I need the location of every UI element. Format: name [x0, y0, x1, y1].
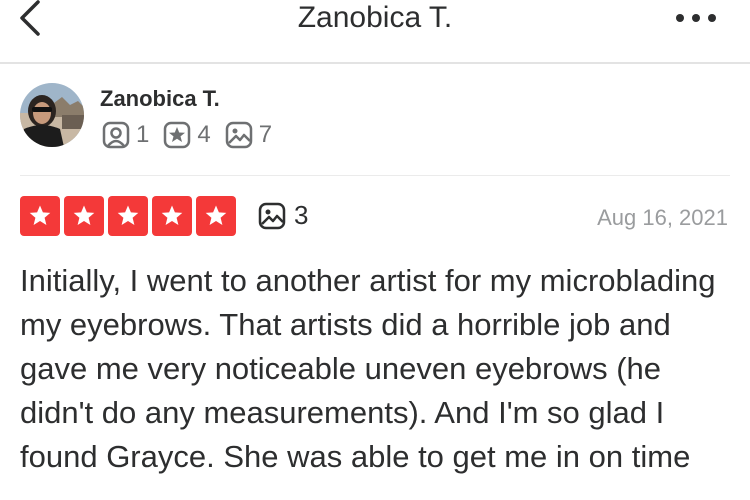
photo-icon	[258, 202, 286, 229]
star-icon	[152, 196, 192, 236]
photos-stat: 7	[225, 121, 272, 149]
star-icon	[196, 196, 236, 236]
page-title: Zanobica T.	[297, 1, 453, 34]
star-review-icon	[164, 121, 191, 149]
photo-icon	[225, 121, 252, 149]
star-icon	[64, 196, 104, 236]
user-name[interactable]: Zanobica T.	[100, 86, 220, 112]
review-photos-link[interactable]: 3	[258, 200, 308, 231]
reviews-stat: 4	[163, 121, 211, 149]
reviews-count: 4	[197, 121, 211, 148]
friends-count: 1	[136, 121, 150, 148]
review-photo-count: 3	[294, 200, 309, 230]
review-date: Aug 16, 2021	[597, 205, 728, 230]
star-icon	[20, 196, 60, 236]
avatar[interactable]	[20, 83, 84, 147]
top-bar: Zanobica T.	[0, 0, 750, 64]
user-stats: 1 4 7	[102, 120, 286, 150]
photos-count: 7	[258, 121, 273, 148]
friends-stat: 1	[102, 121, 149, 149]
more-horizontal-icon[interactable]	[672, 4, 720, 28]
review-text: Initially, I went to another artist for …	[20, 263, 716, 474]
divider	[20, 175, 730, 176]
friends-icon	[102, 121, 130, 149]
star-icon	[108, 196, 148, 236]
star-rating	[20, 196, 240, 236]
